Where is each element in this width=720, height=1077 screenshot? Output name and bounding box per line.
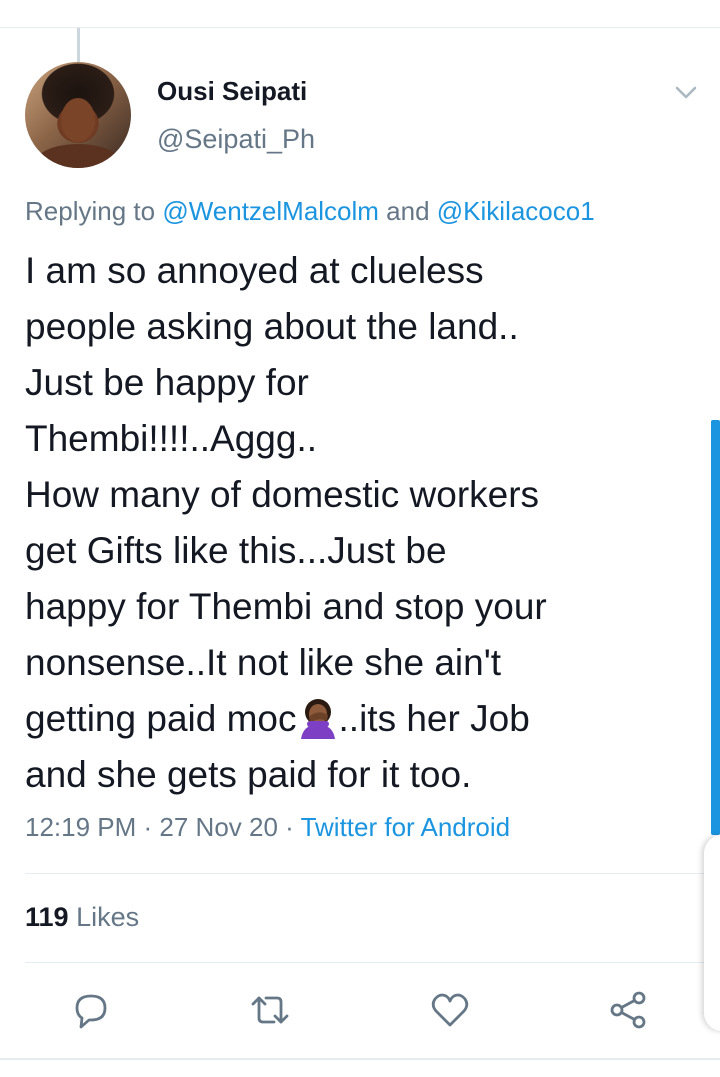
tweet-text-line: getting paid moc ..its her Job: [25, 691, 685, 747]
avatar-shoulder: [35, 144, 121, 168]
avatar[interactable]: [25, 62, 131, 168]
likes-stat[interactable]: 119 Likes: [25, 902, 139, 933]
tweet-time: 12:19 PM: [25, 812, 137, 842]
tweet-text-line: get Gifts like this...Just be: [25, 530, 447, 571]
tweet-text-line: and she gets paid for it too.: [25, 754, 472, 795]
reply-conjunction: and: [378, 196, 437, 226]
bottom-divider: [0, 1058, 720, 1060]
floating-panel-edge[interactable]: [704, 835, 720, 1031]
tweet-text-line: Thembi!!!!..Aggg..: [25, 418, 318, 459]
thread-connector-line: [77, 28, 80, 62]
tweet-text-line: I am so annoyed at clueless: [25, 250, 484, 291]
meta-separator: ·: [277, 812, 301, 842]
retweet-icon[interactable]: [248, 988, 292, 1032]
divider: [25, 873, 720, 874]
tweet-text-line: people asking about the land..: [25, 306, 519, 347]
avatar-face: [61, 98, 95, 142]
like-icon[interactable]: [428, 988, 472, 1032]
likes-count: 119: [25, 902, 69, 932]
tweet-text-line: happy for Thembi and stop your: [25, 586, 547, 627]
tweet-source-link[interactable]: Twitter for Android: [301, 812, 511, 842]
tweet-meta: 12:19 PM · 27 Nov 20 · Twitter for Andro…: [25, 812, 510, 843]
tweet-text-segment: getting paid moc: [25, 698, 297, 739]
likes-label: Likes: [68, 902, 140, 932]
tweet-text-line: nonsense..It not like she ain't: [25, 642, 502, 683]
tweet-text-line: Just be happy for: [25, 362, 309, 403]
tweet-body: I am so annoyed at clueless people askin…: [25, 243, 685, 803]
replying-to-line: Replying to @WentzelMalcolm and @Kikilac…: [25, 196, 595, 227]
tweet-date: 27 Nov 20: [159, 812, 278, 842]
tweet-text-line: How many of domestic workers: [25, 474, 540, 515]
woman-facepalming-icon: [297, 697, 339, 739]
tweet-text-segment: ..its her Job: [338, 698, 530, 739]
reply-icon[interactable]: [69, 988, 113, 1032]
user-handle[interactable]: @Seipati_Ph: [157, 124, 315, 155]
reply-mention-link[interactable]: @WentzelMalcolm: [162, 196, 379, 226]
top-divider: [0, 27, 720, 28]
display-name[interactable]: Ousi Seipati: [157, 76, 307, 107]
scrollbar[interactable]: [711, 420, 720, 835]
meta-separator: ·: [136, 812, 160, 842]
share-icon[interactable]: [606, 988, 650, 1032]
replying-to-label: Replying to: [25, 196, 163, 226]
reply-mention-link[interactable]: @Kikilacoco1: [437, 196, 595, 226]
divider: [25, 962, 720, 963]
chevron-down-icon[interactable]: [672, 78, 700, 106]
